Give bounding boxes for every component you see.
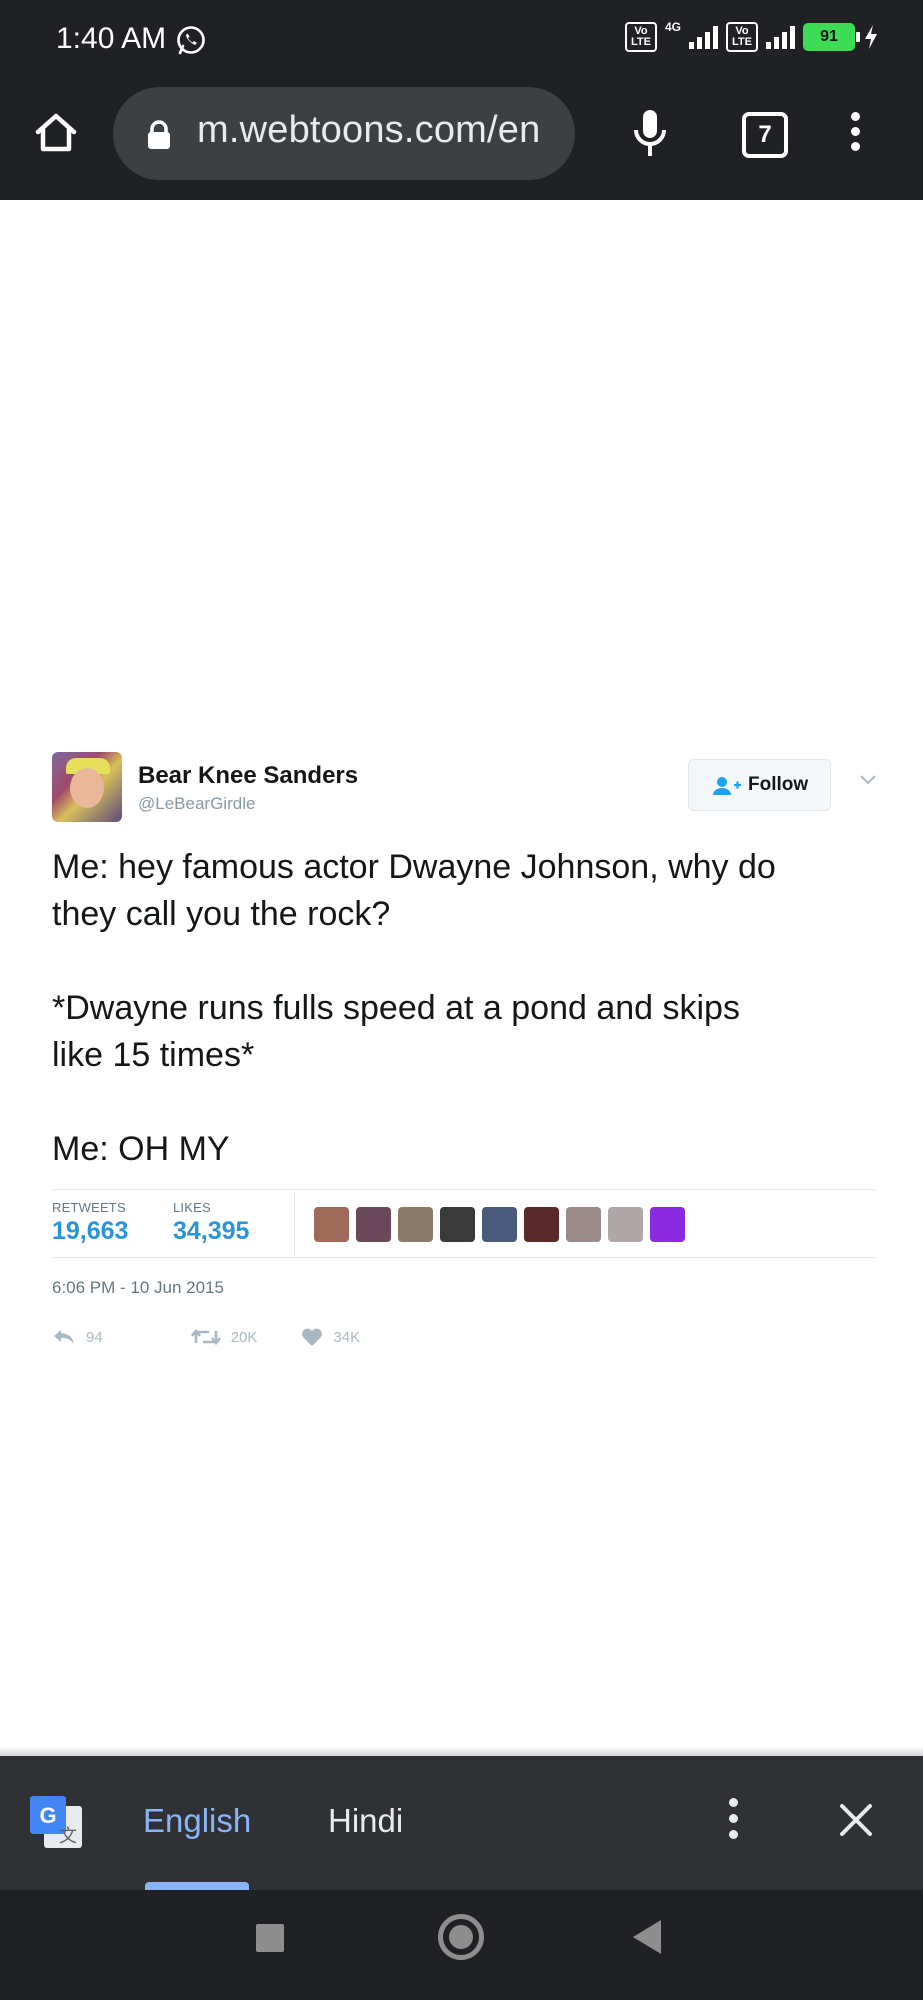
like-count: 34K bbox=[333, 1328, 361, 1346]
retweets-label: RETWEETS bbox=[52, 1200, 126, 1215]
volte-icon: Vo LTE bbox=[624, 22, 657, 52]
liker-avatar[interactable] bbox=[356, 1207, 391, 1242]
avatar[interactable] bbox=[52, 752, 122, 822]
liker-avatar[interactable] bbox=[566, 1207, 601, 1242]
svg-text:文: 文 bbox=[59, 1826, 77, 1847]
user-handle[interactable]: @LeBearGirdle bbox=[138, 794, 255, 814]
address-bar[interactable]: m.webtoons.com/en bbox=[113, 87, 575, 180]
tweet-paragraph: *Dwayne runs fulls speed at a pond and s… bbox=[52, 989, 740, 1074]
clock: 1:40 AM bbox=[56, 22, 167, 55]
translate-menu-icon[interactable] bbox=[729, 1798, 739, 1846]
heart-icon bbox=[302, 1328, 323, 1346]
tweet-text: Me: hey famous actor Dwayne Johnson, why… bbox=[52, 844, 876, 1173]
url-text[interactable]: m.webtoons.com/en bbox=[197, 109, 540, 152]
likes-stat[interactable]: LIKES 34,395 bbox=[173, 1200, 249, 1246]
back-button[interactable] bbox=[633, 1920, 661, 1954]
battery-icon: 91 bbox=[803, 23, 860, 51]
lock-icon[interactable] bbox=[146, 120, 172, 150]
home-button[interactable] bbox=[438, 1914, 484, 1960]
browser-toolbar: m.webtoons.com/en 7 bbox=[0, 82, 923, 200]
system-navigation-bar bbox=[0, 1890, 923, 2000]
liker-avatar[interactable] bbox=[314, 1207, 349, 1242]
recents-button[interactable] bbox=[256, 1924, 284, 1952]
likes-label: LIKES bbox=[173, 1200, 211, 1215]
reply-count: 94 bbox=[86, 1328, 103, 1346]
liker-avatar[interactable] bbox=[482, 1207, 517, 1242]
liker-avatar[interactable] bbox=[608, 1207, 643, 1242]
reply-button[interactable]: 94 bbox=[52, 1328, 103, 1346]
likes-count: 34,395 bbox=[173, 1217, 250, 1245]
tweet-paragraph: Me: OH MY bbox=[52, 1130, 230, 1168]
display-name[interactable]: Bear Knee Sanders bbox=[138, 762, 358, 790]
selected-tab-indicator bbox=[145, 1882, 249, 1890]
retweet-count: 20K bbox=[230, 1328, 258, 1346]
tweet-timestamp[interactable]: 6:06 PM - 10 Jun 2015 bbox=[52, 1278, 224, 1298]
charging-icon bbox=[865, 25, 877, 49]
tab-source-language[interactable]: English bbox=[143, 1802, 251, 1840]
like-button[interactable]: 34K bbox=[301, 1327, 360, 1347]
liker-avatars bbox=[314, 1207, 685, 1242]
tweet-actions: 94 20K 34K bbox=[52, 1327, 404, 1347]
liker-avatar[interactable] bbox=[524, 1207, 559, 1242]
volte-icon-2: Vo LTE bbox=[726, 22, 758, 52]
divider bbox=[294, 1192, 295, 1255]
svg-text:G: G bbox=[39, 1803, 56, 1828]
retweets-count: 19,663 bbox=[52, 1217, 129, 1245]
google-translate-icon: G 文 bbox=[30, 1796, 82, 1848]
tweet-paragraph: Me: hey famous actor Dwayne Johnson, why… bbox=[52, 848, 776, 933]
tab-switcher-button[interactable]: 7 bbox=[742, 112, 788, 158]
signal-icon bbox=[689, 25, 718, 49]
retweets-stat[interactable]: RETWEETS 19,663 bbox=[52, 1200, 128, 1246]
close-icon[interactable] bbox=[838, 1802, 874, 1838]
tab-target-language[interactable]: Hindi bbox=[328, 1802, 403, 1840]
chevron-down-icon[interactable] bbox=[859, 774, 877, 786]
translate-bar: G 文 English Hindi bbox=[0, 1756, 923, 1890]
divider bbox=[52, 1257, 876, 1258]
liker-avatar[interactable] bbox=[440, 1207, 475, 1242]
status-icons: Vo LTE 4G Vo LTE 91 bbox=[624, 20, 879, 52]
status-bar: 1:40 AM Vo LTE 4G Vo LTE 91 bbox=[0, 0, 923, 82]
retweet-button[interactable]: 20K bbox=[190, 1328, 258, 1346]
translate-shadow bbox=[0, 1746, 923, 1756]
whatsapp-icon bbox=[177, 26, 205, 55]
follow-button[interactable]: Follow bbox=[688, 759, 831, 811]
divider bbox=[52, 1189, 876, 1190]
browser-menu-icon[interactable] bbox=[851, 112, 861, 157]
signal-icon-2 bbox=[766, 25, 795, 49]
follow-label: Follow bbox=[748, 774, 809, 795]
network-type: 4G bbox=[664, 20, 681, 34]
microphone-icon[interactable] bbox=[628, 106, 672, 162]
retweet-icon bbox=[190, 1328, 221, 1346]
liker-avatar[interactable] bbox=[398, 1207, 433, 1242]
home-icon[interactable] bbox=[32, 108, 80, 156]
add-user-icon bbox=[713, 777, 741, 795]
reply-icon bbox=[54, 1330, 74, 1344]
liker-avatar[interactable] bbox=[650, 1207, 685, 1242]
